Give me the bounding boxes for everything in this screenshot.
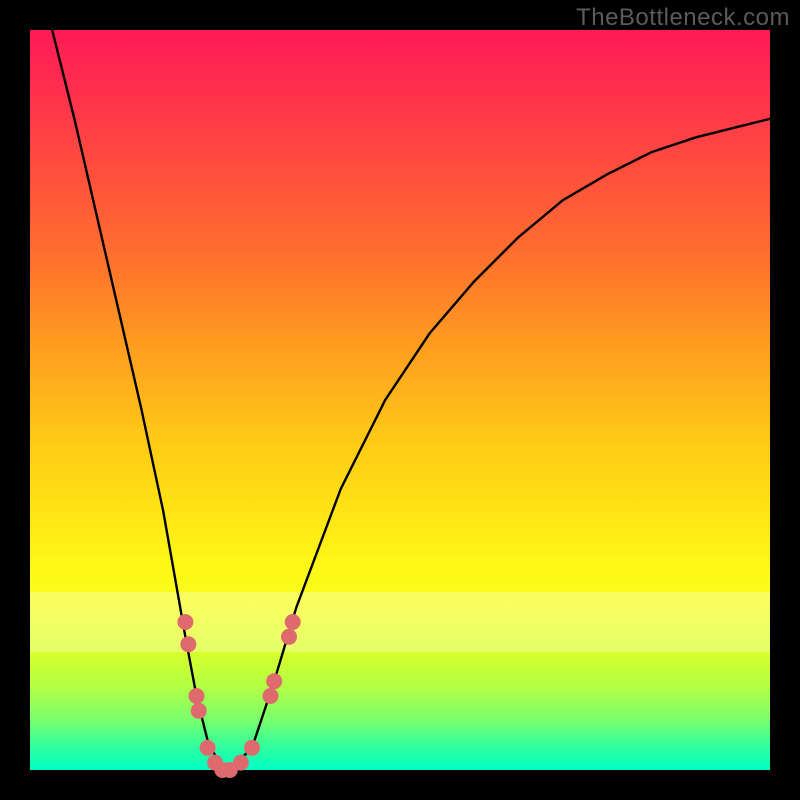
- curve-marker: [177, 614, 193, 630]
- curve-marker: [180, 636, 196, 652]
- curve-marker: [285, 614, 301, 630]
- curve-marker: [200, 740, 216, 756]
- plot-area: [30, 30, 770, 770]
- curve-marker: [191, 703, 207, 719]
- chart-frame: TheBottleneck.com: [0, 0, 800, 800]
- curve-marker: [189, 688, 205, 704]
- curve-marker: [263, 688, 279, 704]
- bottleneck-curve: [52, 30, 770, 770]
- curve-marker: [244, 740, 260, 756]
- curve-layer: [30, 30, 770, 770]
- attribution-text: TheBottleneck.com: [576, 4, 790, 32]
- curve-marker: [281, 629, 297, 645]
- curve-marker: [233, 755, 249, 771]
- marker-group: [177, 614, 300, 778]
- curve-marker: [266, 673, 282, 689]
